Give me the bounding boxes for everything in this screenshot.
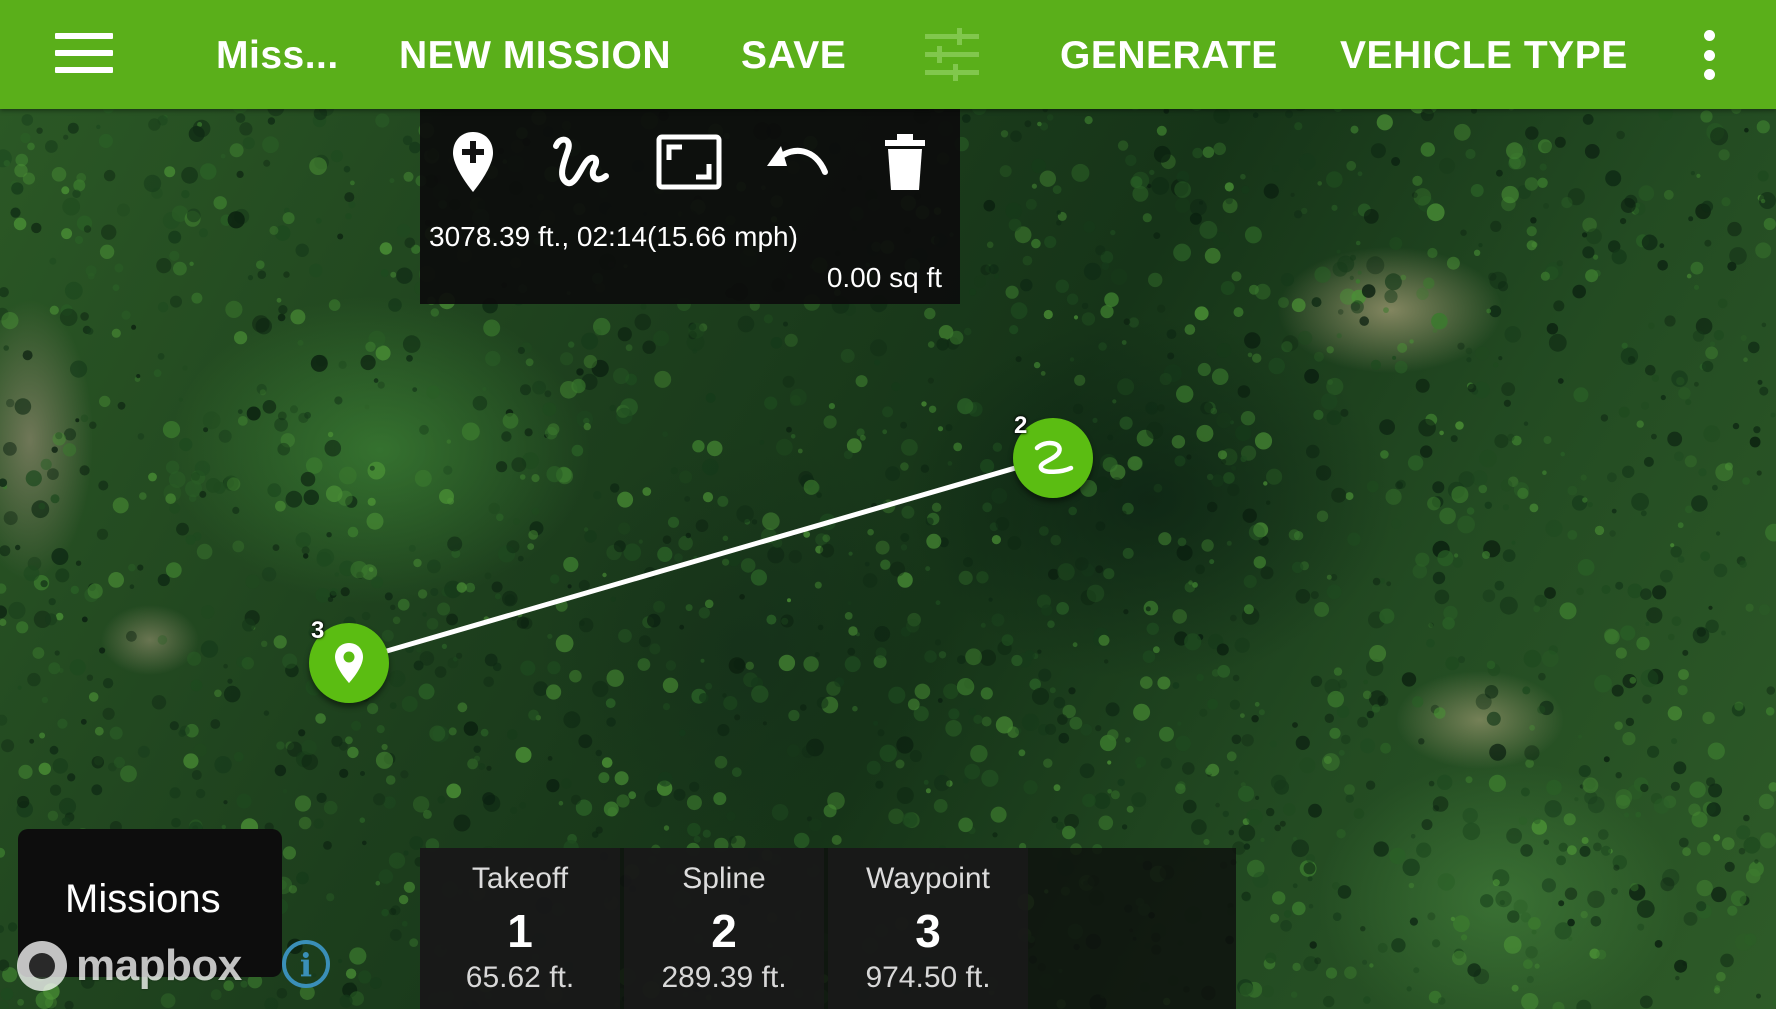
spline-marker-icon: [1034, 440, 1074, 474]
waypoint-type: Spline: [682, 862, 766, 895]
marker-number-3: 3: [311, 617, 325, 644]
mapbox-attribution[interactable]: mapbox: [14, 938, 242, 994]
waypoint-altitude: 974.50 ft.: [865, 961, 991, 994]
mission-name-button[interactable]: Miss...: [216, 0, 339, 109]
waypoint-card-spline[interactable]: Spline 2 289.39 ft.: [624, 848, 824, 1009]
waypoint-type: Waypoint: [866, 862, 990, 895]
mapbox-wordmark: mapbox: [76, 941, 242, 990]
spline-draw-icon[interactable]: [548, 129, 614, 195]
more-vertical-icon[interactable]: [1700, 30, 1718, 80]
vehicle-type-button[interactable]: VEHICLE TYPE: [1340, 0, 1628, 109]
missions-button-label: Missions: [65, 877, 221, 921]
generate-button[interactable]: GENERATE: [1060, 0, 1278, 109]
waypoint-number: 1: [507, 905, 533, 957]
waypoint-type: Takeoff: [471, 862, 569, 895]
waypoint-card-takeoff[interactable]: Takeoff 1 65.62 ft.: [420, 848, 620, 1009]
top-app-bar: Miss... NEW MISSION SAVE GENERATE VEHICL…: [0, 0, 1776, 109]
save-button[interactable]: SAVE: [741, 0, 846, 109]
undo-icon[interactable]: [764, 129, 830, 195]
hamburger-menu-icon[interactable]: [55, 33, 113, 73]
waypoint-altitude: 65.62 ft.: [465, 961, 575, 994]
mapbox-logo-icon: [17, 941, 67, 991]
waypoint-card-waypoint[interactable]: Waypoint 3 974.50 ft.: [828, 848, 1028, 1009]
new-mission-button[interactable]: NEW MISSION: [399, 0, 671, 109]
mission-area-text: 0.00 sq ft: [826, 262, 942, 293]
add-location-icon[interactable]: [440, 129, 506, 195]
waypoint-number: 3: [915, 905, 941, 957]
location-pin-icon: [335, 643, 363, 683]
tune-sliders-icon[interactable]: [923, 28, 981, 82]
waypoint-altitude: 289.39 ft.: [661, 961, 787, 994]
waypoint-strip: Takeoff 1 65.62 ft. Spline 2 289.39 ft. …: [420, 848, 1236, 1009]
waypoint-number: 2: [711, 905, 737, 957]
attribution-info-icon[interactable]: i: [282, 940, 330, 988]
mission-tools-panel: 3078.39 ft., 02:14(15.66 mph) 0.00 sq ft: [420, 109, 960, 304]
mission-stats-text: 3078.39 ft., 02:14(15.66 mph): [429, 221, 798, 252]
route-line: [346, 454, 1056, 665]
marker-number-2: 2: [1014, 412, 1028, 439]
trash-icon[interactable]: [872, 129, 938, 195]
fit-screen-icon[interactable]: [656, 129, 722, 195]
